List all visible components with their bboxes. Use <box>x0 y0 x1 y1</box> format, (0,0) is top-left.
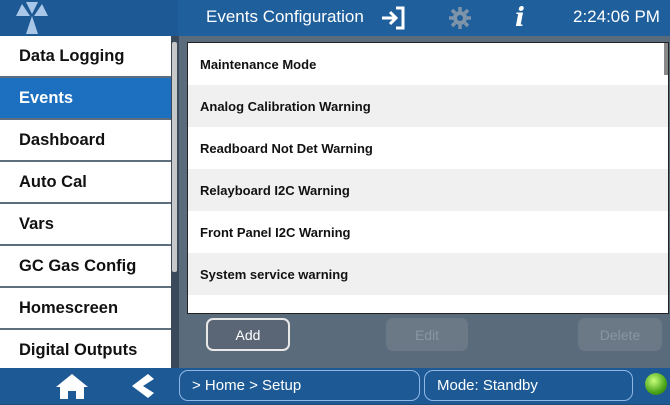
logo <box>0 0 178 36</box>
list-item[interactable]: Readboard Not Det Warning <box>188 127 668 169</box>
list-item[interactable]: Front Panel I2C Warning <box>188 211 668 253</box>
status-indicator-icon <box>645 373 667 395</box>
list-item[interactable]: Maintenance Mode <box>188 43 668 85</box>
list-item[interactable]: Relayboard I2C Warning <box>188 169 668 211</box>
sidebar: Data Logging Events Dashboard Auto Cal V… <box>0 36 171 368</box>
list-scroll-thumb[interactable] <box>664 43 668 75</box>
page-title: Events Configuration <box>206 7 364 26</box>
list-item[interactable]: System service warning <box>188 253 668 295</box>
sidebar-item-auto-cal[interactable]: Auto Cal <box>0 162 171 204</box>
sidebar-scroll-thumb[interactable] <box>172 42 177 272</box>
sidebar-item-gc-gas-config[interactable]: GC Gas Config <box>0 246 171 288</box>
list-item[interactable]: Analog Calibration Warning <box>188 85 668 127</box>
back-button[interactable] <box>126 372 156 400</box>
delete-button[interactable]: Delete <box>578 318 662 351</box>
sidebar-item-vars[interactable]: Vars <box>0 204 171 246</box>
clock: 2:24:06 PM <box>573 7 660 26</box>
sidebar-item-dashboard[interactable]: Dashboard <box>0 120 171 162</box>
home-icon <box>56 374 88 399</box>
gear-icon <box>449 7 471 29</box>
sidebar-item-digital-outputs[interactable]: Digital Outputs <box>0 330 171 368</box>
sidebar-item-data-logging[interactable]: Data Logging <box>0 36 171 78</box>
breadcrumb: > Home > Setup <box>179 370 420 401</box>
back-icon <box>132 374 154 398</box>
events-list[interactable]: Maintenance Mode Analog Calibration Warn… <box>187 42 669 314</box>
home-button[interactable] <box>52 372 92 400</box>
settings-button[interactable] <box>445 0 475 36</box>
mode-status: Mode: Standby <box>424 370 633 401</box>
header-bar: Events Configuration i 2:24:06 PM <box>0 0 670 36</box>
add-button[interactable]: Add <box>206 318 290 351</box>
logo-icon <box>16 2 48 34</box>
info-button[interactable]: i <box>510 0 530 36</box>
exit-button[interactable] <box>376 0 410 36</box>
exit-icon <box>382 6 405 30</box>
edit-button[interactable]: Edit <box>386 318 468 351</box>
sidebar-item-homescreen[interactable]: Homescreen <box>0 288 171 330</box>
info-icon: i <box>515 3 525 33</box>
sidebar-item-events[interactable]: Events <box>0 78 171 120</box>
